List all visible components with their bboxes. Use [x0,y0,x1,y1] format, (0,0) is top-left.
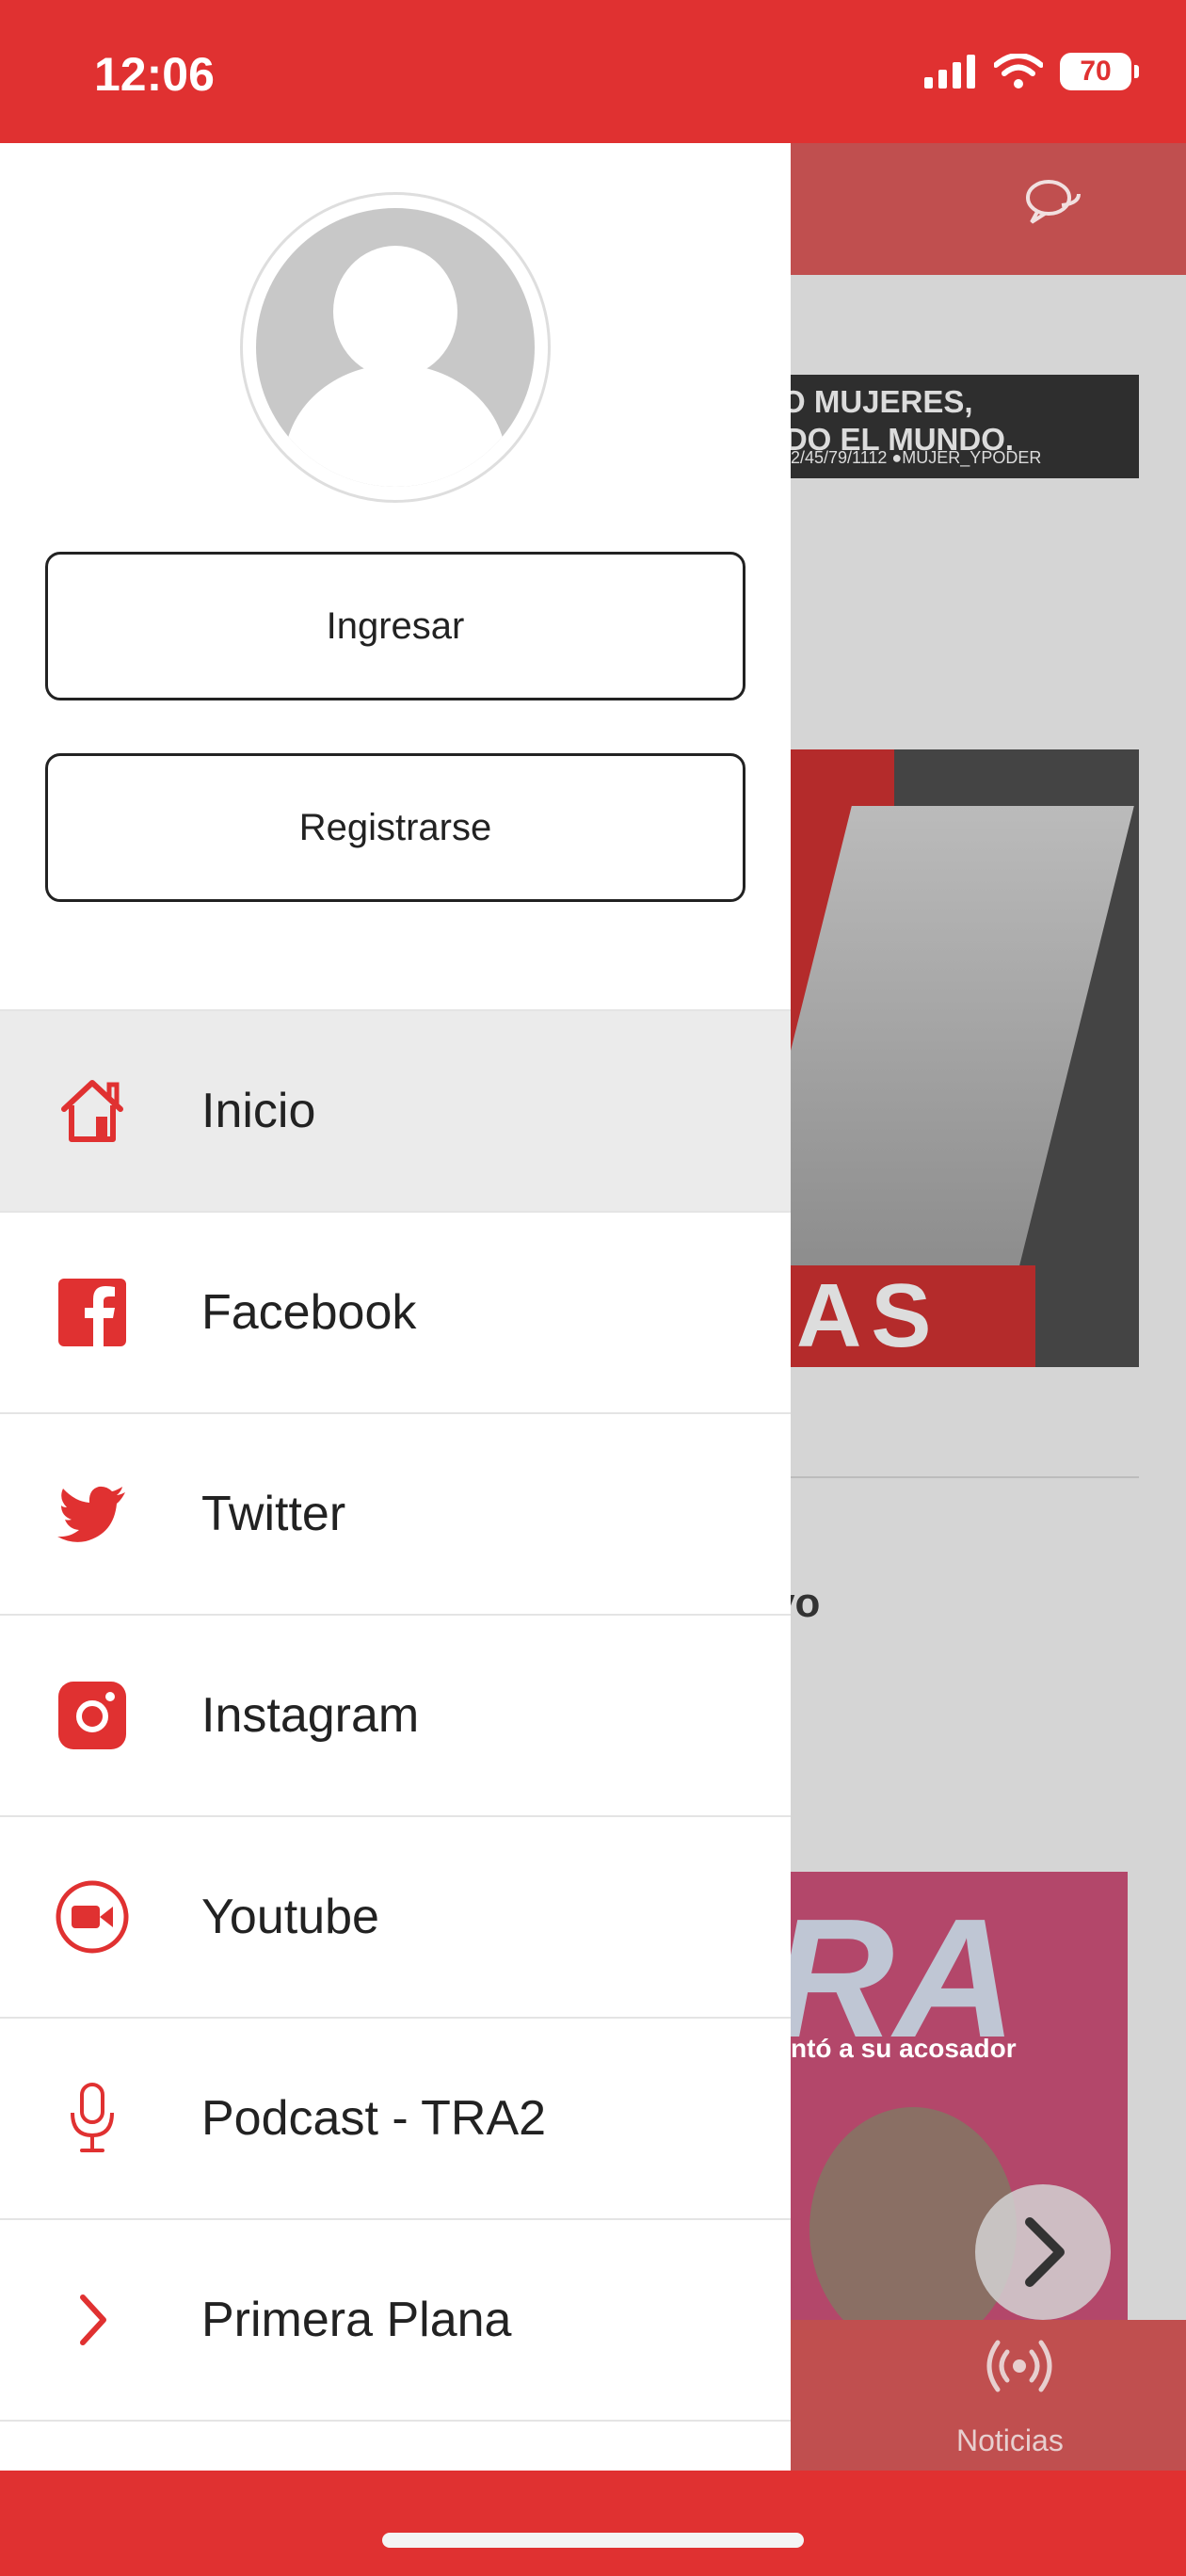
logo-text: AS [791,1265,1035,1367]
menu-label: Primera Plana [201,2293,512,2347]
banner-subtext: 2/45/79/1112 ●MUJER_YPODER [791,448,1042,467]
microphone-icon [55,2081,130,2156]
signal-icon [924,55,975,89]
status-bar: 12:06 70 [0,0,1186,143]
tab-noticias[interactable]: Noticias [956,2423,1064,2458]
divider [791,1476,1139,1478]
home-indicator[interactable] [382,2533,804,2548]
chat-icon[interactable] [1024,177,1084,230]
drawer-menu: Inicio Facebook Twitter Instagram Youtub… [0,1009,791,2476]
status-time: 12:06 [94,48,215,101]
menu-item-instagram[interactable]: Instagram [0,1614,791,1815]
youtube-icon [55,1879,130,1955]
next-button[interactable] [975,2184,1111,2320]
menu-item-partial[interactable] [0,2420,791,2476]
wifi-icon [994,54,1043,89]
chevron-right-icon [1025,2217,1065,2287]
home-bar [0,2471,1186,2576]
banner-text: O MUJERES, [791,384,973,419]
avatar[interactable] [240,192,551,503]
thumbnail-caption: ntó a su acosador [791,2034,1017,2063]
menu-item-podcast[interactable]: Podcast - TRA2 [0,2017,791,2218]
user-placeholder-icon [256,208,535,487]
register-button[interactable]: Registrarse [45,753,745,902]
menu-item-facebook[interactable]: Facebook [0,1211,791,1412]
chevron-right-icon [55,2282,130,2358]
menu-item-inicio[interactable]: Inicio [0,1009,791,1211]
menu-item-primera-plana[interactable]: Primera Plana [0,2218,791,2420]
login-button[interactable]: Ingresar [45,552,745,700]
menu-label: Facebook [201,1285,417,1340]
broadcast-icon[interactable] [979,2333,1060,2399]
instagram-icon [55,1678,130,1753]
menu-label: Podcast - TRA2 [201,2091,547,2146]
home-icon [55,1073,130,1149]
channel-logo-image: AS [791,749,1139,1367]
menu-item-twitter[interactable]: Twitter [0,1412,791,1614]
menu-label: Inicio [201,1084,316,1138]
menu-label: Twitter [201,1487,346,1541]
facebook-icon [55,1275,130,1350]
status-icons: 70 [924,53,1139,90]
menu-label: Instagram [201,1688,420,1743]
app-header [791,143,1186,275]
side-drawer: Ingresar Registrarse Inicio Facebook Twi… [0,143,791,2471]
twitter-icon [55,1476,130,1552]
menu-item-youtube[interactable]: Youtube [0,1815,791,2017]
menu-label: Youtube [201,1890,379,1944]
battery-indicator: 70 [1060,53,1139,90]
promo-banner: O MUJERES, NDO EL MUNDO. 2/45/79/1112 ●M… [791,375,1139,478]
